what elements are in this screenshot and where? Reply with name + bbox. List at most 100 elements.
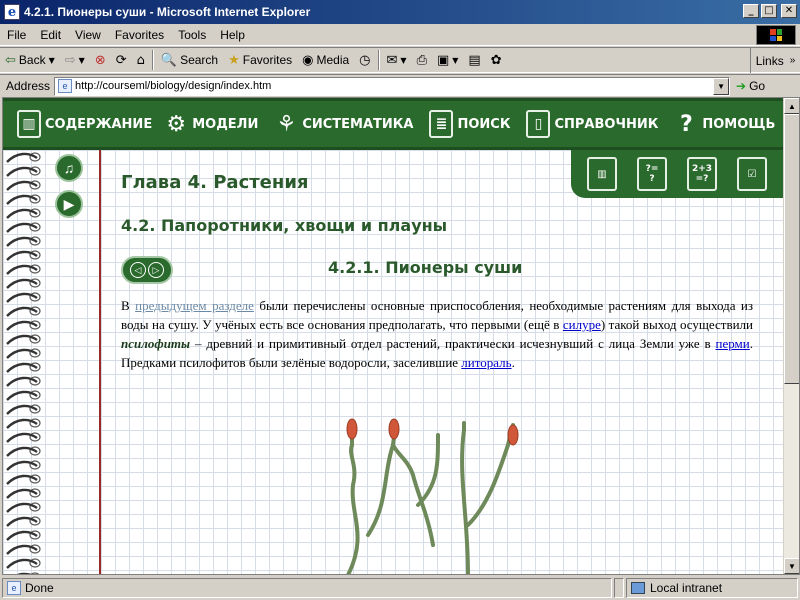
back-arrow-icon: ⇦	[5, 52, 16, 68]
maximize-button[interactable]: □	[761, 4, 777, 18]
search-button[interactable]: 🔍 Search	[156, 49, 223, 71]
home-button[interactable]: ⌂	[132, 49, 150, 71]
back-button[interactable]: ⇦ Back ▼	[0, 49, 60, 71]
nav-systematics-label: СИСТЕМАТИКА	[302, 116, 414, 132]
menu-tools[interactable]: Tools	[171, 28, 213, 42]
link-littoral[interactable]: литораль	[461, 355, 511, 370]
window-controls: _ □ ✕	[743, 4, 797, 18]
article-paragraph: В предыдущем разделе были перечислены ос…	[121, 296, 753, 372]
refresh-button[interactable]: ⟳	[111, 49, 132, 71]
notebook-margin-line	[99, 150, 101, 574]
notebook-spiral	[6, 152, 41, 574]
print-button[interactable]: ⎙	[412, 49, 432, 71]
media-label: Media	[316, 53, 350, 67]
links-toolbar[interactable]: Links »	[750, 48, 800, 73]
address-field[interactable]: e ▼	[54, 76, 731, 96]
audio-button[interactable]: ♫	[55, 154, 83, 182]
menu-help[interactable]: Help	[213, 28, 252, 42]
page-viewport: ▥ СОДЕРЖАНИЕ ⚙ МОДЕЛИ ⚘ СИСТЕМАТИКА ≣ ПО…	[2, 97, 800, 575]
chevron-down-icon: ▼	[78, 55, 85, 65]
menu-file[interactable]: File	[0, 28, 33, 42]
standard-toolbar: ⇦ Back ▼ ⇨ ▼ ⊗ ⟳ ⌂ 🔍 Search ★ Favorites …	[0, 47, 800, 73]
menu-bar: File Edit View Favorites Tools Help	[0, 24, 800, 46]
site-navigation: ▥ СОДЕРЖАНИЕ ⚙ МОДЕЛИ ⚘ СИСТЕМАТИКА ≣ ПО…	[3, 98, 799, 150]
nav-contents[interactable]: ▥ СОДЕРЖАНИЕ	[17, 110, 152, 138]
checklist-icon[interactable]: ☑	[737, 157, 767, 191]
video-button[interactable]: ▶	[55, 190, 83, 218]
nav-help[interactable]: ? ПОМОЩЬ	[674, 110, 775, 138]
page-content: ♫ ▶ ▥ ?= ? 2+3 =? ☑ Глава 4. Растения 4.…	[3, 150, 783, 574]
tree-icon: ⚘	[276, 111, 297, 137]
edit-button[interactable]: ▣ ▼	[432, 49, 463, 71]
go-arrow-icon: ➔	[736, 79, 747, 93]
windows-logo-icon	[756, 25, 796, 45]
nav-search-label: ПОИСК	[457, 116, 511, 132]
previous-page-button[interactable]: ◁	[130, 262, 146, 278]
scroll-down-button[interactable]: ▼	[784, 558, 799, 574]
chevron-right-icon: »	[789, 55, 796, 66]
gears-icon: ⚙	[166, 111, 187, 137]
link-permian[interactable]: перми	[716, 336, 750, 351]
question-icon: ?	[679, 111, 693, 137]
math-problem-icon[interactable]: 2+3 =?	[687, 157, 717, 191]
menu-edit[interactable]: Edit	[33, 28, 68, 42]
film-icon: ▶	[63, 195, 75, 212]
nav-reference[interactable]: ▯ СПРАВОЧНИК	[526, 110, 658, 138]
history-icon: ◷	[359, 52, 371, 68]
discuss-button[interactable]: ▤	[463, 49, 485, 71]
media-button[interactable]: ◉ Media	[297, 49, 354, 71]
next-page-button[interactable]: ▷	[148, 262, 164, 278]
link-silurian[interactable]: силуре	[563, 317, 601, 332]
ie-icon: e	[4, 4, 20, 20]
messenger-button[interactable]: ✿	[486, 49, 507, 71]
page-navigator: ◁ ▷	[121, 256, 173, 284]
browser-window: e 4.2.1. Пионеры суши - Microsoft Intern…	[0, 0, 800, 600]
nav-reference-label: СПРАВОЧНИК	[554, 116, 659, 132]
mail-button[interactable]: ✉ ▼	[382, 49, 412, 71]
page-icon: e	[58, 79, 73, 93]
text-run: – древний и примитивный отдел растений, …	[190, 336, 716, 351]
chevron-down-icon: ▼	[452, 55, 459, 65]
chevron-down-icon: ▼	[48, 55, 55, 65]
go-button[interactable]: ➔ Go	[736, 79, 765, 93]
textbook-icon[interactable]: ▥	[587, 157, 617, 191]
text-run: .	[511, 355, 515, 370]
minimize-button[interactable]: _	[743, 4, 759, 18]
security-zone-panel: Local intranet	[626, 578, 798, 598]
address-dropdown-button[interactable]: ▼	[713, 77, 730, 95]
search-label: Search	[180, 53, 219, 67]
chapter-title: Глава 4. Растения	[121, 172, 309, 193]
toolbar-separator	[151, 50, 154, 70]
link-previous-section[interactable]: предыдущем разделе	[135, 298, 254, 313]
favorites-button[interactable]: ★ Favorites	[223, 49, 297, 71]
close-button[interactable]: ✕	[781, 4, 797, 18]
forward-button[interactable]: ⇨ ▼	[60, 49, 90, 71]
nav-models-label: МОДЕЛИ	[192, 116, 259, 132]
music-note-icon: ♫	[63, 160, 75, 176]
nav-models[interactable]: ⚙ МОДЕЛИ	[164, 110, 258, 138]
zone-label: Local intranet	[650, 581, 723, 595]
nav-search[interactable]: ≣ ПОИСК	[429, 110, 510, 138]
vertical-scrollbar[interactable]: ▲ ▼	[783, 98, 799, 574]
scroll-thumb[interactable]	[784, 114, 799, 384]
home-icon: ⌂	[136, 52, 145, 68]
nav-systematics[interactable]: ⚘ СИСТЕМАТИКА	[274, 110, 413, 138]
computer-icon	[631, 582, 645, 594]
stop-button[interactable]: ⊗	[90, 49, 111, 71]
favorites-star-icon: ★	[228, 52, 240, 68]
status-text: Done	[25, 581, 54, 595]
discuss-icon: ▤	[468, 52, 481, 68]
page-icon: e	[7, 581, 21, 595]
nav-contents-label: СОДЕРЖАНИЕ	[45, 116, 153, 132]
media-icon: ◉	[302, 52, 314, 68]
refresh-icon: ⟳	[115, 52, 127, 68]
scroll-up-button[interactable]: ▲	[784, 98, 799, 114]
mail-icon: ✉	[386, 52, 398, 68]
menu-view[interactable]: View	[68, 28, 108, 42]
menu-favorites[interactable]: Favorites	[108, 28, 171, 42]
address-input[interactable]	[75, 80, 706, 92]
quiz-icon[interactable]: ?= ?	[637, 157, 667, 191]
history-button[interactable]: ◷	[354, 49, 375, 71]
forward-arrow-icon: ⇨	[64, 52, 76, 68]
window-title: 4.2.1. Пионеры суши - Microsoft Internet…	[24, 5, 311, 19]
